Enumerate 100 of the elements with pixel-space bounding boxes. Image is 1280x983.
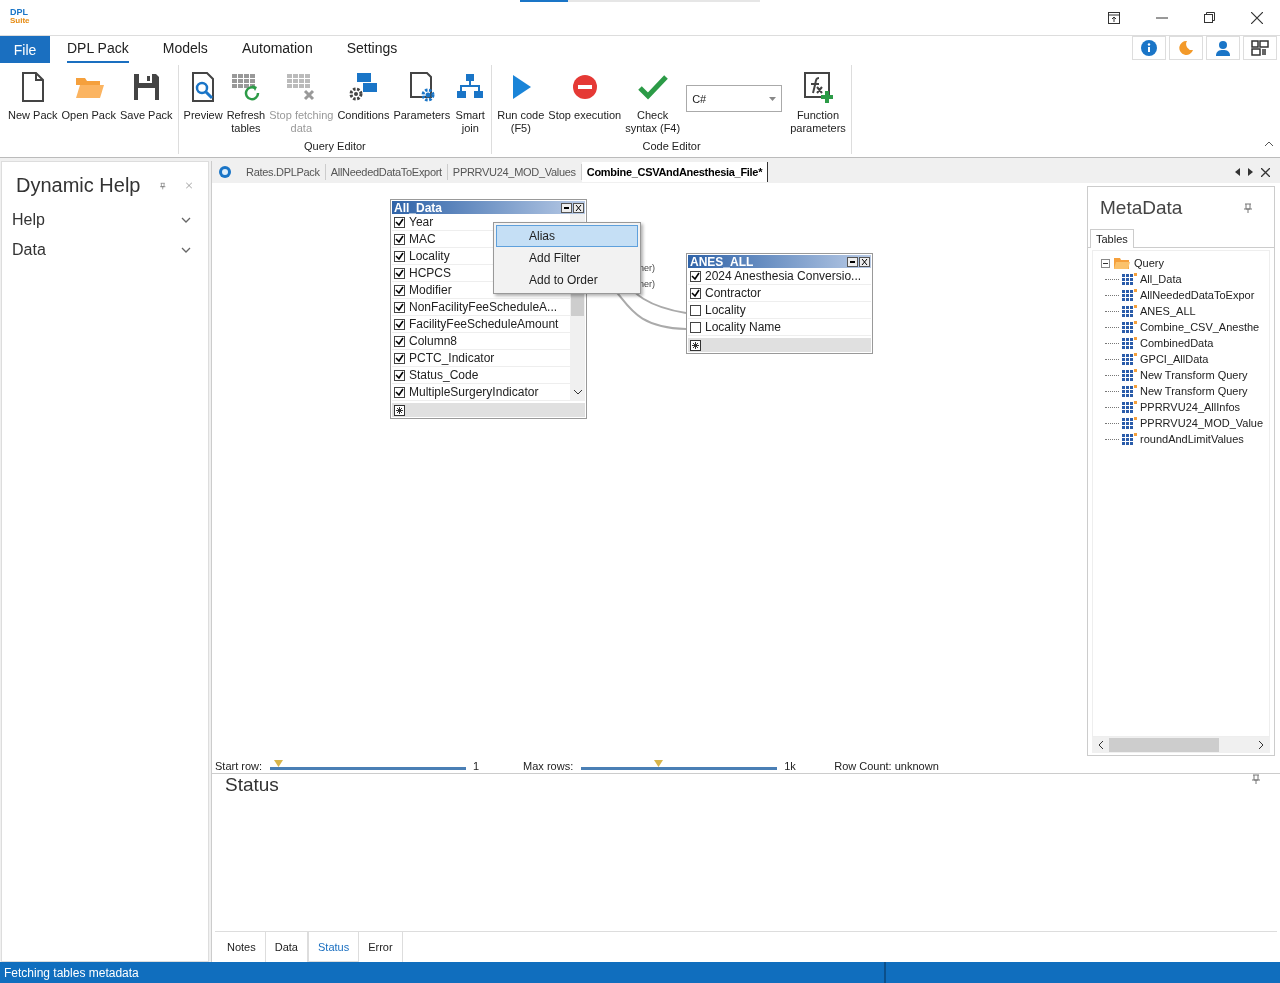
field-checkbox[interactable]	[690, 321, 701, 333]
ribbon-tab[interactable]: DPL Pack	[67, 36, 129, 63]
restore-icon[interactable]	[1204, 12, 1215, 23]
info-icon	[1141, 40, 1157, 56]
close-icon[interactable]	[1251, 11, 1263, 24]
pin-icon[interactable]	[160, 180, 166, 191]
tables-tab[interactable]: Tables	[1090, 229, 1134, 248]
document-tab[interactable]: Rates.DPLPack	[241, 164, 326, 180]
document-tab[interactable]: PPRRVU24_MOD_Values	[447, 164, 582, 180]
pin-icon[interactable]	[1244, 203, 1252, 213]
document-tab[interactable]: Combine_CSVAndAnesthesia_File*	[581, 162, 769, 182]
slider-value: 1k	[784, 760, 797, 772]
stop-execution-button[interactable]: Stop execution	[546, 69, 624, 124]
field-checkbox[interactable]	[690, 270, 701, 282]
table-icon	[1122, 385, 1137, 397]
panel-title: Status	[225, 774, 279, 796]
row-slider[interactable]	[270, 760, 467, 770]
tree-item[interactable]: PPRRVU24_MOD_Value	[1140, 417, 1264, 429]
field-checkbox[interactable]	[394, 352, 405, 364]
scroll-left-icon[interactable]	[1235, 168, 1240, 176]
moon-icon	[1178, 40, 1194, 56]
field-checkbox[interactable]	[394, 318, 405, 330]
collapse-ribbon-icon[interactable]	[1264, 141, 1274, 147]
dropdown-arrow-icon	[769, 96, 777, 101]
field-checkbox[interactable]	[394, 267, 405, 279]
panel-tab[interactable]: Status	[308, 932, 360, 962]
table-icon	[1122, 321, 1137, 333]
scroll-left-icon[interactable]	[1098, 741, 1103, 749]
tree-item[interactable]: New Transform Query	[1140, 385, 1248, 397]
table-icon	[1122, 369, 1137, 381]
preview-button[interactable]: Preview	[181, 69, 225, 124]
table-icon	[1122, 273, 1137, 285]
pin-icon[interactable]	[1252, 774, 1260, 784]
field-checkbox[interactable]	[394, 335, 405, 347]
expand-icon[interactable]	[394, 404, 405, 416]
option-label: Max rows:	[523, 760, 574, 772]
field-name: MultipleSurgeryIndicator	[409, 385, 539, 399]
menu-item[interactable]: Alias	[496, 225, 638, 247]
tree-item[interactable]: Combine_CSV_Anesthe	[1140, 321, 1260, 333]
expand-icon[interactable]	[690, 339, 701, 351]
field-checkbox[interactable]	[394, 233, 405, 245]
close-icon[interactable]	[859, 256, 870, 267]
table-icon	[1122, 401, 1137, 413]
minimize-icon[interactable]	[561, 202, 572, 213]
language-dropdown[interactable]: C#	[686, 85, 783, 112]
scroll-right-icon[interactable]	[1248, 168, 1253, 176]
collapse-icon[interactable]	[1101, 258, 1110, 268]
tree-item[interactable]: New Transform Query	[1140, 369, 1248, 381]
field-name: Column8	[409, 334, 458, 348]
field-checkbox[interactable]	[394, 369, 405, 381]
help-section[interactable]: Help	[2, 205, 208, 235]
row-slider[interactable]	[581, 760, 778, 770]
tree-item[interactable]: CombinedData	[1140, 337, 1214, 349]
smart-join-button[interactable]: Smart join	[452, 69, 489, 137]
refresh-grid-icon	[229, 71, 262, 103]
table-node[interactable]: ANES_ALL 2024 Anesthesia Conversio... Contractor Locality Locality Name	[686, 253, 873, 354]
tree-item[interactable]: ANES_ALL	[1140, 305, 1196, 317]
conditions-button[interactable]: Conditions	[335, 69, 392, 124]
close-icon[interactable]	[1261, 167, 1270, 177]
help-section[interactable]: Data	[2, 235, 208, 265]
layout-button[interactable]	[1243, 36, 1277, 60]
field-checkbox[interactable]	[394, 216, 405, 228]
field-checkbox[interactable]	[394, 386, 405, 398]
pin-window-icon[interactable]	[1108, 11, 1120, 24]
field-checkbox[interactable]	[690, 287, 701, 299]
new-pack-button[interactable]: New Pack	[6, 69, 60, 124]
slider-thumb[interactable]	[653, 760, 663, 767]
scroll-down-icon[interactable]	[573, 390, 582, 395]
tree-item[interactable]: roundAndLimitValues	[1140, 433, 1244, 445]
document-tab[interactable]: AllNeededDataToExport	[325, 164, 448, 180]
tree-item[interactable]: PPRRVU24_AllInfos	[1140, 401, 1241, 413]
tree-item[interactable]: All_Data	[1140, 273, 1182, 285]
ribbon-tab[interactable]: Automation	[241, 36, 313, 63]
user-button[interactable]	[1206, 36, 1240, 60]
check-syntax-button[interactable]: Check syntax (F4)	[623, 69, 683, 137]
function-parameters-button[interactable]: Function parameters	[788, 69, 848, 137]
horizontal-scrollbar[interactable]	[1092, 737, 1270, 753]
field-checkbox[interactable]	[394, 284, 405, 296]
minimize-icon[interactable]	[847, 256, 858, 267]
field-checkbox[interactable]	[394, 250, 405, 262]
file-menu[interactable]: File	[0, 36, 50, 63]
ribbon-tab[interactable]: Models	[162, 36, 208, 63]
field-checkbox[interactable]	[394, 301, 405, 313]
refresh-tables-button[interactable]: Refresh tables	[224, 69, 268, 137]
scroll-right-icon[interactable]	[1259, 741, 1264, 749]
field-name: Locality	[705, 303, 746, 317]
field-name: PCTC_Indicator	[409, 351, 495, 365]
slider-thumb[interactable]	[274, 760, 283, 767]
tree-item[interactable]: AllNeededDataToExpor	[1140, 289, 1255, 301]
field-name: Year	[409, 215, 434, 229]
save-pack-button[interactable]: Save Pack	[117, 69, 175, 124]
tree-item[interactable]: Query	[1134, 257, 1164, 269]
tree-item[interactable]: GPCI_AllData	[1140, 353, 1209, 365]
parameters-button[interactable]: Parameters	[391, 69, 453, 124]
info-button[interactable]	[1132, 36, 1166, 60]
field-checkbox[interactable]	[690, 304, 701, 316]
run-code-button[interactable]: Run code (F5)	[495, 69, 547, 137]
open-pack-button[interactable]: Open Pack	[59, 69, 118, 124]
ribbon-tab[interactable]: Settings	[346, 36, 398, 63]
close-icon[interactable]	[573, 202, 584, 213]
